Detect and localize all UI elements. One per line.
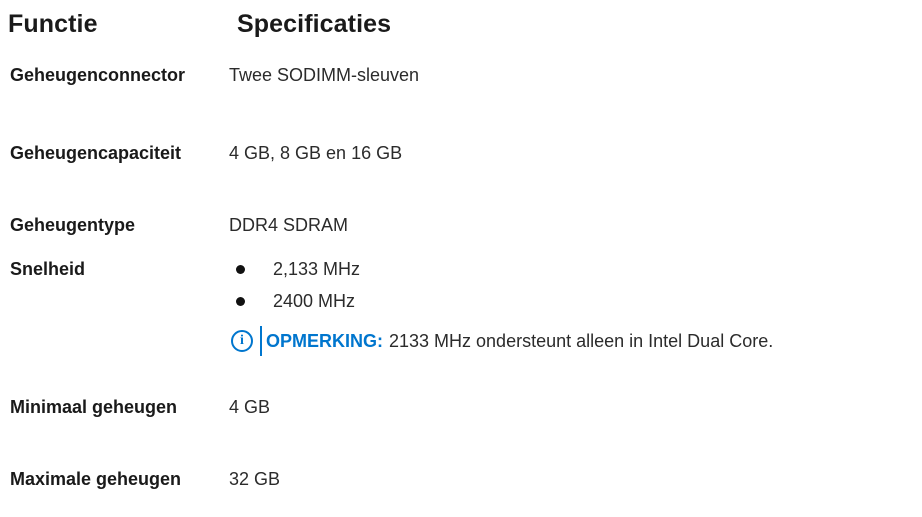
note-text: 2133 MHz ondersteunt alleen in Intel Dua… xyxy=(389,330,774,351)
row-value: 32 GB xyxy=(229,469,281,489)
header-function: Functie xyxy=(8,10,98,38)
list-item-text: 2,133 MHz xyxy=(273,259,361,279)
row-label: Geheugentype xyxy=(10,215,136,235)
list-item: 2,133 MHz xyxy=(236,257,360,289)
note-title: OPMERKING: xyxy=(266,330,383,351)
table-row: Snelheid 2,133 MHz 2400 MHz i OPMERKING:… xyxy=(0,257,922,367)
list-item: 2400 MHz xyxy=(236,289,360,321)
row-value: DDR4 SDRAM xyxy=(229,215,349,235)
row-label: Geheugencapaciteit xyxy=(10,143,182,163)
row-value: 4 GB xyxy=(229,397,271,417)
bullet-icon xyxy=(236,265,245,274)
note-callout: i OPMERKING: 2133 MHz ondersteunt alleen… xyxy=(229,326,774,356)
speed-list: 2,133 MHz 2400 MHz xyxy=(236,257,360,321)
spec-table: Functie Specificaties Geheugenconnector … xyxy=(0,0,922,517)
row-value: 4 GB, 8 GB en 16 GB xyxy=(229,143,403,163)
list-item-text: 2400 MHz xyxy=(273,291,356,311)
row-value: Twee SODIMM-sleuven xyxy=(229,65,420,85)
row-label: Minimaal geheugen xyxy=(10,397,178,417)
note-divider xyxy=(260,326,262,356)
row-label: Geheugenconnector xyxy=(10,65,186,85)
row-label: Maximale geheugen xyxy=(10,469,182,489)
bullet-icon xyxy=(236,297,245,306)
info-icon: i xyxy=(231,330,253,352)
row-label: Snelheid xyxy=(10,259,86,279)
header-specifications: Specificaties xyxy=(237,10,392,38)
